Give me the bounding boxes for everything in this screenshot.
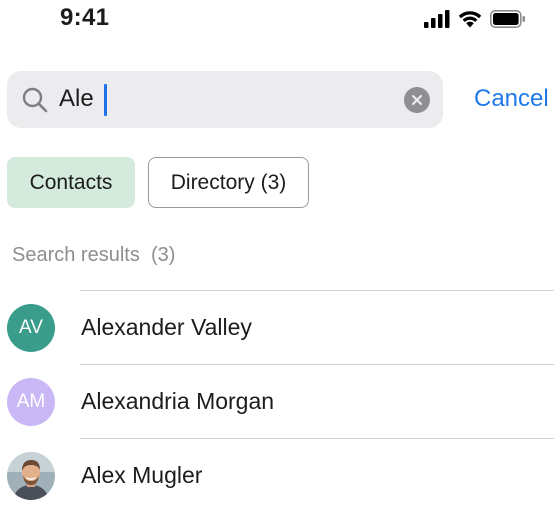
signal-icon xyxy=(424,9,450,28)
search-row: Cancel xyxy=(7,71,554,128)
contact-name: Alex Mugler xyxy=(81,462,203,488)
row-divider xyxy=(80,290,554,291)
wifi-icon xyxy=(457,9,483,28)
list-item[interactable]: AM Alexandria Morgan xyxy=(0,364,554,438)
status-icons xyxy=(424,9,526,28)
results-header: Search results (3) xyxy=(12,244,176,266)
row-divider xyxy=(80,438,554,439)
clear-icon[interactable] xyxy=(404,87,430,113)
row-divider xyxy=(80,364,554,365)
search-input[interactable] xyxy=(59,79,399,119)
avatar-photo xyxy=(7,452,55,500)
status-bar: 9:41 xyxy=(0,0,554,44)
avatar: AM xyxy=(7,378,55,426)
text-caret xyxy=(104,84,107,116)
filter-chip-contacts[interactable]: Contacts xyxy=(7,157,135,208)
person-photo-icon xyxy=(7,452,55,500)
list-item[interactable]: Alex Mugler xyxy=(0,438,554,512)
contact-name: Alexandria Morgan xyxy=(81,388,275,414)
avatar: AV xyxy=(7,304,55,352)
avatar-initials: AV xyxy=(19,317,43,338)
search-icon xyxy=(21,86,49,119)
result-list: AV Alexander Valley AM Alexandria Morgan xyxy=(0,290,554,512)
cancel-button[interactable]: Cancel xyxy=(474,85,549,113)
search-bar[interactable] xyxy=(7,71,443,128)
avatar-initials: AM xyxy=(16,391,46,412)
filter-chip-directory[interactable]: Directory (3) xyxy=(148,157,309,208)
search-screen: 9:41 Ale Cancel Contacts Directory (3) S… xyxy=(0,0,554,513)
list-item[interactable]: AV Alexander Valley xyxy=(0,290,554,364)
contact-name: Alexander Valley xyxy=(81,314,252,340)
status-time: 9:41 xyxy=(60,4,110,31)
battery-icon xyxy=(490,9,526,28)
